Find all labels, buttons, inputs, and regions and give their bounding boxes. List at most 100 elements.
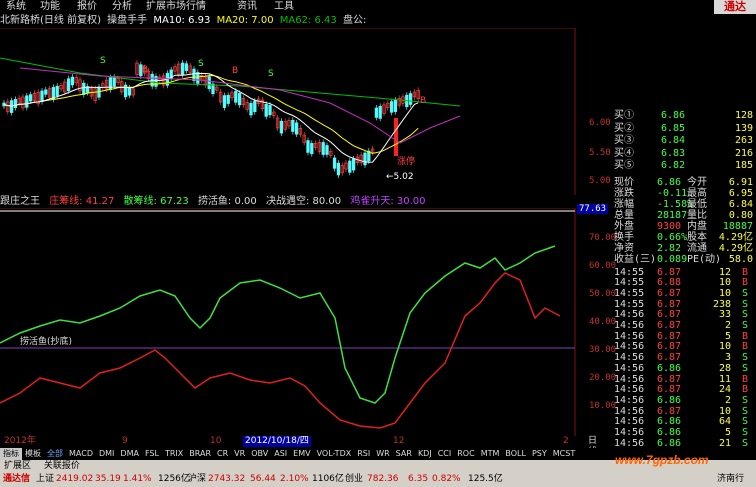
tick-time: 14:56 xyxy=(614,384,645,396)
stat-value: 6.91 xyxy=(728,176,753,188)
ask-volume: 128 xyxy=(734,110,753,121)
menu-analysis[interactable]: 分析 xyxy=(112,1,132,13)
indicator-tab-dma[interactable]: DMA xyxy=(117,448,142,460)
indicator-info-line: 跟庄之王 庄筹线: 41.27 散筹线: 67.23 捞活鱼: 0.00 决战遇… xyxy=(0,195,575,208)
menu-system[interactable]: 系统 xyxy=(6,1,26,13)
indicator-tab-emv[interactable]: EMV xyxy=(290,448,313,460)
stat-row: 现价 6.86 今开 6.91 xyxy=(611,177,756,188)
stat-label: 总量 xyxy=(614,209,634,221)
indicator-tab-模板[interactable]: 模板 xyxy=(22,448,44,460)
ask-volume: 139 xyxy=(734,122,753,134)
indicator-tab-macd[interactable]: MACD xyxy=(66,448,96,460)
ask-label: 买⑤ xyxy=(614,160,634,171)
hs-change: 56.44 xyxy=(250,474,276,484)
tick-time: 14:55 xyxy=(614,287,645,299)
indicator-tab-brar[interactable]: BRAR xyxy=(186,448,214,460)
date-label: 10 xyxy=(210,436,222,446)
indicator-tab-kdj[interactable]: KDJ xyxy=(415,448,435,460)
menu-extended-market[interactable]: 扩展市场行情 xyxy=(146,1,206,13)
indicator-tab-mcst[interactable]: MCST xyxy=(550,448,578,460)
indicator-tab-cci[interactable]: CCI xyxy=(435,448,455,460)
dealer-chip-line xyxy=(0,272,561,429)
indicator-tab-roc[interactable]: ROC xyxy=(454,448,477,460)
ask-price: 6.82 xyxy=(661,160,686,171)
tick-side: S xyxy=(741,298,748,310)
tick-time: 14:56 xyxy=(614,405,645,417)
indicator-tab-wr[interactable]: WR xyxy=(373,448,392,460)
kline-ytick: 5.50 xyxy=(589,148,611,158)
tick-row: 14:56 6.87 33 S xyxy=(611,309,756,320)
indicator-tab-vr[interactable]: VR xyxy=(231,448,248,460)
stat-label: 涨跌 xyxy=(614,187,634,199)
indicator-chart[interactable]: 捞活鱼(抄底) xyxy=(0,208,611,436)
tick-price: 6.87 xyxy=(657,352,682,364)
tick-row: 14:55 6.88 10 B xyxy=(611,277,756,288)
tick-price: 6.87 xyxy=(657,341,682,353)
menu-tools[interactable]: 工具 xyxy=(274,1,294,13)
tick-row: 14:56 6.87 11 B xyxy=(611,374,756,385)
stat-label: 流通 xyxy=(687,242,707,254)
indicator-tab-fsl[interactable]: FSL xyxy=(142,448,162,460)
indicator-tab-全部[interactable]: 全部 xyxy=(44,448,66,460)
tick-time: 14:56 xyxy=(614,362,645,374)
indicator-tab-指标[interactable]: 指标 xyxy=(0,448,22,460)
stat-label: 收益(三) xyxy=(614,253,657,265)
stat-value: -0.11 xyxy=(657,187,688,199)
tick-price: 6.87 xyxy=(657,384,682,396)
hs-value: 2743.32 xyxy=(208,474,246,484)
kline-chart[interactable]: S B S B S B ←5.02 涨停 xyxy=(0,28,611,195)
stat-value: 0.80 xyxy=(728,209,753,221)
ask-label: 买③ xyxy=(614,135,634,146)
tick-time: 14:56 xyxy=(614,427,645,438)
ask-volume: 263 xyxy=(734,135,753,146)
indicator-tab-psy[interactable]: PSY xyxy=(529,448,550,460)
ask-row: 买③ 6.84 263 xyxy=(611,135,756,146)
menu-quote[interactable]: 报价 xyxy=(77,1,97,13)
indicator-tab-obv[interactable]: OBV xyxy=(248,448,271,460)
menu-function[interactable]: 功能 xyxy=(40,1,60,13)
indicator-tab-asi[interactable]: ASI xyxy=(271,448,290,460)
hs-label[interactable]: 沪深 xyxy=(188,472,206,487)
menu-info[interactable]: 资讯 xyxy=(237,1,257,13)
indicator-tab-mtm[interactable]: MTM xyxy=(478,448,503,460)
stat-value: 58.0 xyxy=(728,253,753,265)
indicator-tab-sar[interactable]: SAR xyxy=(393,448,415,460)
sh-pct: 1.41% xyxy=(123,474,152,484)
tick-side: S xyxy=(741,394,748,406)
cy-change: 6.35 xyxy=(408,474,429,484)
tick-side: S xyxy=(741,362,748,374)
low-label: ←5.02 xyxy=(386,172,414,182)
stat-label: 今开 xyxy=(687,176,707,188)
ask-row: 买⑤ 6.82 185 xyxy=(611,160,756,171)
stat-value: 18887 xyxy=(722,220,753,232)
tick-price: 6.87 xyxy=(657,330,682,342)
sell-mark: S xyxy=(100,56,106,66)
tick-time: 14:56 xyxy=(614,341,645,353)
indicator-tab-dmi[interactable]: DMI xyxy=(96,448,117,460)
cy-label[interactable]: 创业 xyxy=(345,472,363,487)
sh-label[interactable]: 上证 xyxy=(36,472,54,487)
tick-price: 6.86 xyxy=(657,394,682,406)
tick-row: 14:56 6.87 24 B xyxy=(611,384,756,395)
tick-volume: 10 xyxy=(718,341,731,353)
ask-price: 6.84 xyxy=(661,135,686,146)
indicator-tab-boll[interactable]: BOLL xyxy=(502,448,529,460)
stat-label: 内盘 xyxy=(687,220,707,232)
indicator-name: 操盘手手 xyxy=(107,15,148,26)
tick-time: 14:56 xyxy=(614,416,645,428)
indicator-tab-cr[interactable]: CR xyxy=(214,448,231,460)
stat-value: 4.29亿 xyxy=(718,242,753,254)
buy-mark: B xyxy=(420,96,426,106)
tick-row: 14:55 6.87 10 S xyxy=(611,288,756,299)
related-quote-tab[interactable]: 关联报价 xyxy=(44,461,80,471)
stat-value: 4.29亿 xyxy=(718,231,753,243)
sell-mark: S xyxy=(268,69,274,79)
indicator-tab-trix[interactable]: TRIX xyxy=(162,448,186,460)
ask-label: 买① xyxy=(614,110,634,121)
indicator-tab-vol-tdx[interactable]: VOL-TDX xyxy=(314,448,355,460)
ext-area-tab[interactable]: 扩展区 xyxy=(4,461,31,471)
stat-label: PE(动) xyxy=(687,253,722,265)
tick-side: S xyxy=(741,309,748,321)
tick-price: 6.88 xyxy=(657,277,682,289)
indicator-tab-rsi[interactable]: RSI xyxy=(354,448,373,460)
